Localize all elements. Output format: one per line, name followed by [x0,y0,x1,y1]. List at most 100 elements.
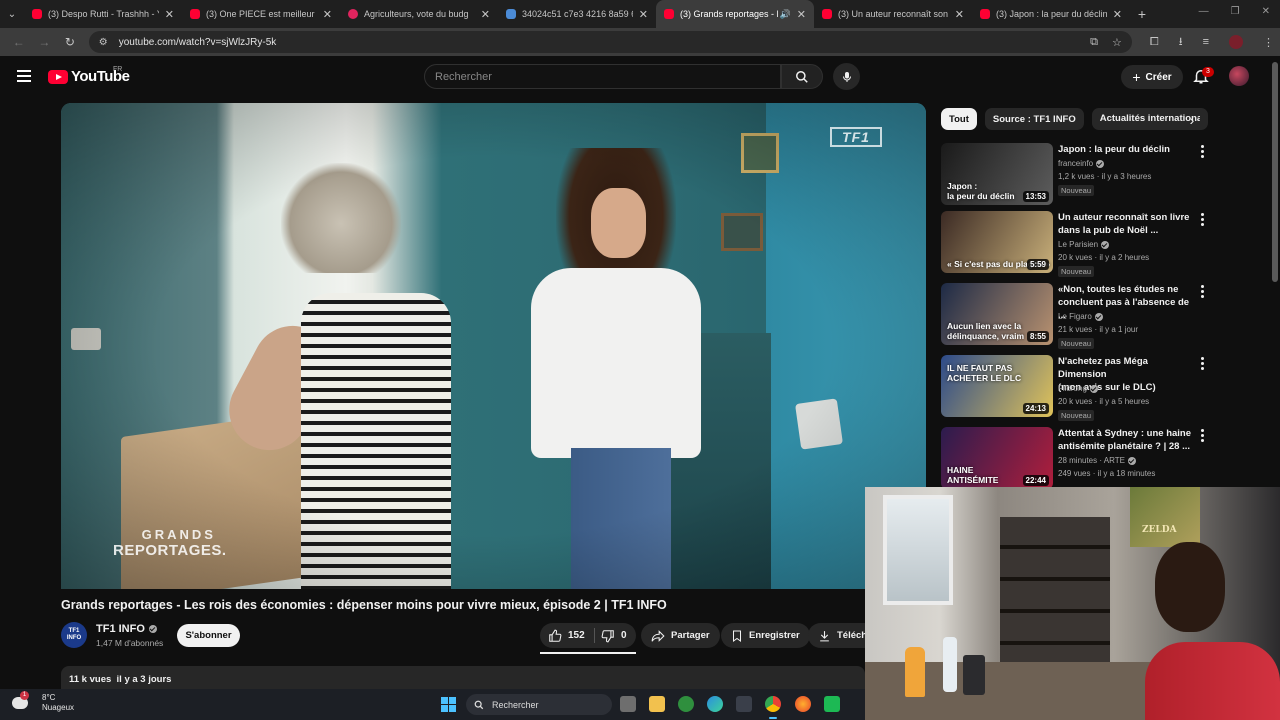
browser-tab[interactable]: (3) Un auteur reconnaît son livr ✕ [814,0,972,28]
page-scrollbar[interactable] [1272,62,1278,282]
new-badge: Nouveau [1058,338,1095,349]
recommendation-channel[interactable]: franceinfo [1058,159,1105,168]
video-thumbnail[interactable]: Aucun lien avec la délinquance, vraim 8:… [941,283,1053,345]
tab-title: (3) Grands reportages - Les [680,9,778,19]
recommendation-channel[interactable]: Le Parisien [1058,240,1110,249]
firefox-browser-icon[interactable] [795,696,811,712]
channel-avatar[interactable]: TF1 INFO [61,622,87,648]
app-icon[interactable] [824,696,840,712]
duration-badge: 8:55 [1026,331,1049,342]
video-thumbnail[interactable]: HAINE ANTISÉMITE 22:44 [941,427,1053,489]
more-menu-icon[interactable]: ⋮ [1263,36,1274,49]
browser-tab[interactable]: (3) Despo Rutti - Trashhh - YouT ✕ [24,0,182,28]
close-icon[interactable]: ✕ [639,8,648,21]
search-button[interactable] [781,64,823,89]
profile-icon[interactable] [1229,35,1243,49]
browser-tab[interactable]: (3) One PIECE est meilleur sans ✕ [182,0,340,28]
more-options-icon[interactable] [1201,145,1205,158]
nvidia-app-icon[interactable] [678,696,694,712]
reading-list-icon[interactable]: ≡ [1203,36,1209,48]
taskbar-search[interactable]: Rechercher [466,694,612,715]
reload-icon[interactable]: ↻ [57,35,83,49]
list-item[interactable]: IL NE FAUT PAS ACHETER LE DLC 24:13 N'ac… [941,355,1211,421]
download-icon[interactable]: ⭳ [1179,33,1183,52]
new-badge: Nouveau [1058,185,1095,196]
list-item[interactable]: « Si c'est pas du plagiat » 5:59 Un aute… [941,211,1211,277]
like-button[interactable]: 152 [540,629,594,643]
chip-all[interactable]: Tout [941,108,977,130]
minimize-icon[interactable]: — [1199,6,1209,17]
thumbs-down-icon [601,629,614,642]
recommendation-channel[interactable]: 28 minutes · ARTE [1058,456,1136,465]
chrome-browser-icon[interactable] [765,696,781,719]
close-icon[interactable]: ✕ [165,8,174,21]
back-arrow-icon[interactable]: ← [6,35,32,49]
voice-search-button[interactable] [833,63,860,90]
more-options-icon[interactable] [1201,213,1205,226]
tab-title: Agriculteurs, vote du budg [364,9,469,19]
recommendation-channel[interactable]: Fildrong [1058,384,1098,393]
share-button[interactable]: Partager [641,623,720,648]
browser-tab[interactable]: Agriculteurs, vote du budg ✕ [340,0,498,28]
new-tab-plus-icon[interactable]: + [1130,6,1154,22]
more-options-icon[interactable] [1201,357,1205,370]
address-bar[interactable]: ⚙ youtube.com/watch?v=sjWlzJRy-5k ⧉ ☆ [88,31,1132,53]
search-input[interactable]: Rechercher [424,64,781,89]
youtube-favicon-icon [980,9,990,19]
windows-start-icon[interactable] [441,697,456,712]
bookmark-star-icon[interactable]: ☆ [1112,36,1122,49]
chevron-right-icon[interactable]: › [1182,110,1202,130]
verified-check-icon [1128,456,1136,465]
microsoft-store-icon[interactable] [736,696,752,712]
close-window-icon[interactable]: ✕ [1262,6,1270,17]
site-settings-icon[interactable]: ⚙ [99,37,111,48]
close-icon[interactable]: ✕ [323,8,332,21]
subscribe-button[interactable]: S'abonner [177,624,240,647]
forward-arrow-icon[interactable]: → [32,35,58,49]
dislike-button[interactable]: 0 [595,629,627,643]
speaker-icon[interactable]: 🔊 [780,9,791,20]
account-avatar[interactable] [1229,66,1249,86]
more-options-icon[interactable] [1201,285,1205,298]
tab-title: (3) Japon : la peur du déclin - Y [996,9,1107,19]
verified-check-icon [148,625,157,633]
file-explorer-icon[interactable] [649,696,665,712]
webcam-overlay: ZELDA [865,487,1280,720]
browser-tab-active[interactable]: (3) Grands reportages - Les🔊 ✕ [656,0,814,28]
youtube-header: YouTube FR Rechercher + Créer [0,56,1280,98]
task-view-icon[interactable] [620,696,636,712]
list-item[interactable]: Japon : la peur du déclin 13:53 Japon : … [941,143,1211,207]
create-button[interactable]: + Créer [1121,65,1183,89]
search-icon [796,70,808,83]
video-thumbnail[interactable]: « Si c'est pas du plagiat » 5:59 [941,211,1053,273]
install-app-icon[interactable]: ⧉ [1090,36,1098,49]
duration-badge: 22:44 [1022,475,1049,486]
browser-tab[interactable]: (3) Japon : la peur du déclin - Y ✕ [972,0,1130,28]
browser-tab[interactable]: 34024c51 c7e3 4216 8a59 6e97 ✕ [498,0,656,28]
chip-source[interactable]: Source : TF1 INFO [984,108,1084,130]
channel-name-link[interactable]: TF1 INFO [96,623,157,635]
video-player[interactable]: TF1 GRANDS REPORTAGES. [61,103,926,589]
close-icon[interactable]: ✕ [1113,8,1122,21]
list-item[interactable]: HAINE ANTISÉMITE 22:44 Attentat à Sydney… [941,427,1211,491]
save-button[interactable]: Enregistrer [721,623,810,648]
edge-browser-icon[interactable] [707,696,723,712]
omnibox-actions: ⧉ ☆ [1090,36,1122,49]
recommendation-channel[interactable]: Le Figaro [1058,312,1103,321]
save-label: Enregistrer [749,630,800,641]
more-options-icon[interactable] [1201,429,1205,442]
recommendation-title: Attentat à Sydney : une haine antisémite … [1058,428,1192,452]
maximize-icon[interactable]: ❐ [1231,6,1240,17]
extensions-icon[interactable]: ⧠ [1150,36,1159,49]
hamburger-menu-icon[interactable] [17,70,31,82]
weather-badge: 1 [20,691,29,700]
video-thumbnail[interactable]: Japon : la peur du déclin 13:53 [941,143,1053,205]
tab-list-chevron-icon[interactable]: ⌄ [0,0,24,28]
list-item[interactable]: Aucun lien avec la délinquance, vraim 8:… [941,283,1211,349]
youtube-favicon-icon [190,9,200,19]
video-thumbnail[interactable]: IL NE FAUT PAS ACHETER LE DLC 24:13 [941,355,1053,417]
close-icon[interactable]: ✕ [955,8,964,21]
close-icon[interactable]: ✕ [481,8,490,21]
temperature: 8°C [42,693,56,702]
close-icon[interactable]: ✕ [797,8,806,21]
